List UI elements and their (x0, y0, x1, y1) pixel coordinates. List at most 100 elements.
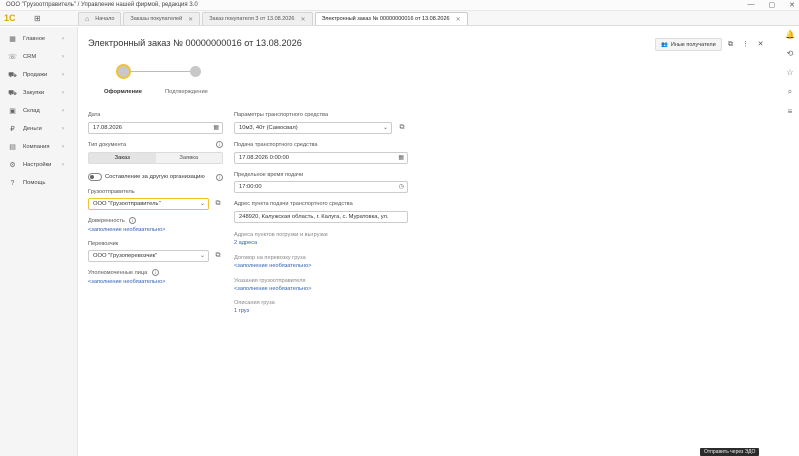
close-icon[interactable]: ✕ (456, 16, 461, 23)
tab-label: Заказы покупателей (130, 16, 183, 22)
clock-icon[interactable]: ◷ (399, 183, 404, 190)
vehicle-params-field[interactable]: 10м3, 40т (Самосвал) ⌄ (234, 122, 392, 134)
info-icon[interactable]: i (216, 174, 223, 181)
date-field[interactable]: 17.08.2026 ▦ (88, 122, 223, 134)
info-icon[interactable]: i (152, 269, 159, 276)
loading-addresses-link[interactable]: 2 адреса (234, 240, 257, 246)
cart-icon: ⛟ (8, 71, 17, 79)
sidebar-item-label: Помощь (23, 180, 46, 186)
chevron-right-icon: › (62, 54, 64, 60)
truck-icon: ⛟ (8, 89, 17, 97)
menu-grid-icon[interactable]: ⊞ (34, 14, 43, 23)
favorites-star-icon[interactable]: ☆ (786, 68, 793, 77)
chevron-down-icon[interactable]: ⌄ (200, 200, 205, 207)
close-icon[interactable]: ✕ (188, 16, 193, 23)
chevron-right-icon: › (62, 144, 64, 150)
chevron-right-icon: › (62, 36, 64, 42)
sidebar: ▦ Главное › ☏ CRM › ⛟ Продажи › ⛟ Закупк… (0, 27, 78, 456)
chevron-right-icon: › (62, 90, 64, 96)
power-of-attorney-label: Доверенность (88, 218, 125, 224)
maximize-icon[interactable]: ▢ (769, 1, 776, 9)
shipper-notes-label: Указания грузоотправителя (234, 278, 306, 284)
compose-other-org-toggle[interactable] (88, 173, 102, 181)
tab-label: Электронный заказ № 00000000016 от 13.08… (321, 16, 450, 22)
other-recipients-button[interactable]: 👥 Иные получатели (655, 38, 722, 51)
contract-link[interactable]: <заполнение необязательно> (234, 263, 311, 269)
crm-icon: ☏ (8, 54, 17, 61)
doc-type-option-request[interactable]: Заявка (156, 153, 223, 163)
cargo-desc-link[interactable]: 1 груз (234, 308, 249, 314)
tab-label: Заказ покупателя 3 от 13.08.2026 (209, 16, 295, 22)
info-icon[interactable]: i (216, 141, 223, 148)
building-icon: ▤ (9, 144, 16, 151)
carrier-label: Перевозчик (88, 241, 119, 247)
deadline-label: Предельное время подачи (234, 172, 304, 178)
chevron-right-icon: › (62, 162, 64, 168)
copy-icon[interactable]: ⧉ (725, 39, 736, 50)
open-card-icon[interactable]: ⧉ (213, 199, 223, 209)
sidebar-item-label: Компания (23, 144, 50, 150)
shipper-value: ООО "Грузоотправитель" (93, 201, 161, 207)
box-icon: ▣ (9, 108, 16, 115)
shipper-field[interactable]: ООО "Грузоотправитель" ⌄ (88, 198, 209, 210)
deadline-value: 17:00:00 (239, 184, 262, 190)
home-icon: ⌂ (85, 15, 90, 23)
tab-customer-orders[interactable]: Заказы покупателей ✕ (123, 12, 201, 25)
contract-label: Договор на перевозку груза (234, 255, 306, 261)
open-card-icon[interactable]: ⧉ (213, 251, 223, 261)
close-form-icon[interactable]: ✕ (755, 39, 766, 50)
sidebar-item-warehouse[interactable]: ▣ Склад › (0, 104, 78, 118)
tab-label: Начало (95, 16, 115, 22)
shipper-notes-link[interactable]: <заполнение необязательно> (234, 286, 311, 292)
authorized-persons-link[interactable]: <заполнение необязательно> (88, 279, 165, 285)
tab-electronic-order[interactable]: Электронный заказ № 00000000016 от 13.08… (314, 12, 468, 25)
sidebar-item-label: Продажи (23, 72, 48, 78)
grid-icon: ▦ (9, 36, 16, 43)
address-field[interactable]: 248920, Калужская область, г. Калуга, с.… (234, 211, 408, 223)
sidebar-item-sales[interactable]: ⛟ Продажи › (0, 68, 78, 82)
sidebar-item-crm[interactable]: ☏ CRM › (0, 50, 78, 64)
chevron-right-icon: › (62, 126, 64, 132)
sidebar-item-help[interactable]: ? Помощь (0, 176, 78, 190)
info-icon[interactable]: i (129, 217, 136, 224)
sidebar-item-company[interactable]: ▤ Компания › (0, 140, 78, 154)
minimize-icon[interactable]: — (748, 1, 755, 9)
doc-type-option-order[interactable]: Заказ (89, 153, 156, 163)
close-window-icon[interactable]: ✕ (789, 1, 795, 9)
tab-customer-order-3[interactable]: Заказ покупателя 3 от 13.08.2026 ✕ (202, 12, 313, 25)
page-title: Электронный заказ № 00000000016 от 13.08… (88, 38, 302, 48)
sidebar-item-label: CRM (23, 54, 37, 60)
vehicle-supply-field[interactable]: 17.08.2026 0:00:00 ▦ (234, 152, 408, 164)
sidebar-item-main[interactable]: ▦ Главное › (0, 32, 78, 46)
calendar-icon[interactable]: ▦ (398, 154, 404, 161)
sidebar-item-purchases[interactable]: ⛟ Закупки › (0, 86, 78, 100)
send-via-edo-button[interactable]: Отправить через ЭДО (700, 448, 760, 456)
search-icon[interactable]: ⌕ (788, 87, 792, 97)
step-2-label: Подтверждение (165, 89, 208, 95)
power-of-attorney-link[interactable]: <заполнение необязательно> (88, 227, 165, 233)
app-logo: 1С (4, 13, 16, 23)
notifications-bell-icon[interactable]: 🔔 (785, 30, 795, 39)
cargo-desc-label: Описания груза (234, 300, 275, 306)
carrier-value: ООО "Грузоперевозчик" (93, 253, 158, 259)
more-options-icon[interactable]: ⋮ (740, 39, 751, 50)
close-icon[interactable]: ✕ (300, 16, 305, 23)
chevron-down-icon[interactable]: ⌄ (200, 252, 205, 259)
window-title: ООО "Грузоотправитель" / Управление наше… (6, 2, 198, 8)
authorized-persons-label: Уполномоченные лица (88, 270, 148, 276)
list-menu-icon[interactable]: ≡ (788, 107, 793, 116)
right-toolbar: 🔔 ⟲ ☆ ⌕ ≡ (781, 26, 799, 156)
history-icon[interactable]: ⟲ (787, 49, 794, 58)
sidebar-item-money[interactable]: ₽ Деньги › (0, 122, 78, 136)
open-card-icon[interactable]: ⧉ (397, 123, 407, 133)
step-1-indicator[interactable] (116, 64, 131, 79)
deadline-field[interactable]: 17:00:00 ◷ (234, 181, 408, 193)
shipper-label: Грузоотправитель (88, 189, 135, 195)
tab-home[interactable]: ⌂ Начало (78, 12, 122, 25)
step-2-indicator[interactable] (190, 66, 201, 77)
sidebar-item-settings[interactable]: ⚙ Настройки › (0, 158, 78, 172)
calendar-icon[interactable]: ▦ (213, 124, 219, 131)
date-label: Дата (88, 112, 101, 118)
chevron-down-icon[interactable]: ⌄ (383, 124, 388, 131)
carrier-field[interactable]: ООО "Грузоперевозчик" ⌄ (88, 250, 209, 262)
